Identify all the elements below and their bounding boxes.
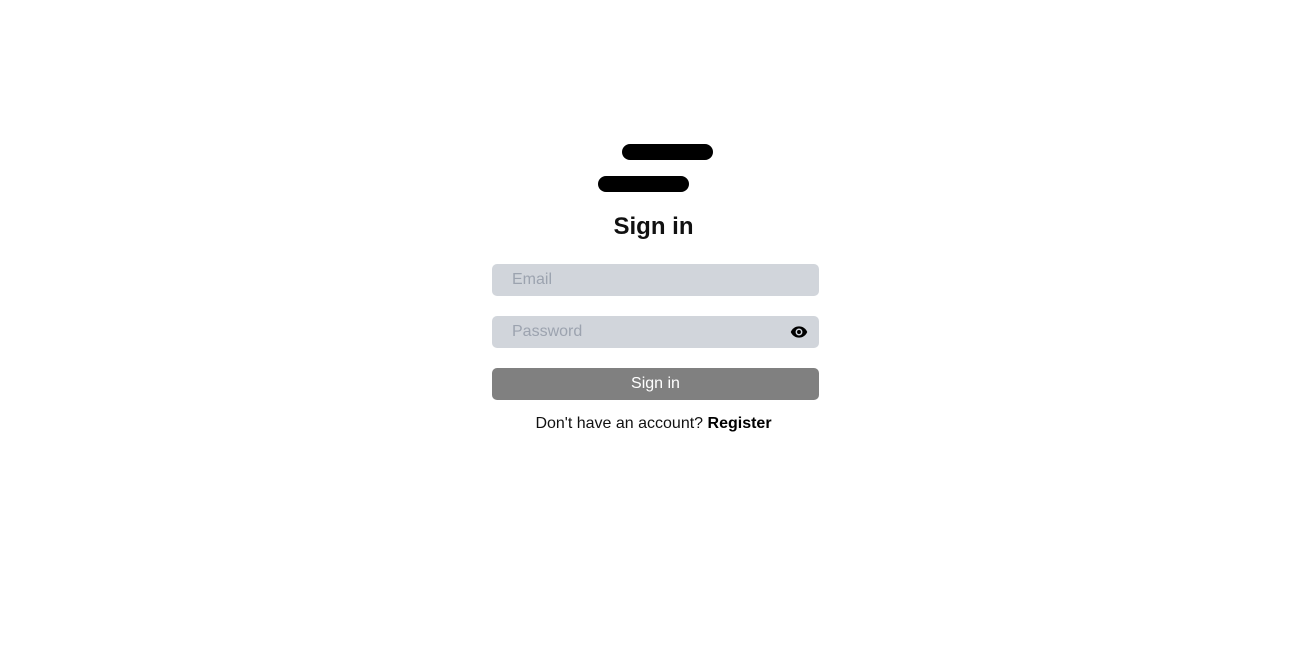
logo-bar-top (622, 144, 713, 160)
email-field-container (492, 264, 819, 296)
register-row: Don't have an account? Register (0, 414, 1307, 434)
logo-bar-bottom (598, 176, 689, 192)
email-input[interactable] (492, 264, 819, 296)
password-input[interactable] (492, 316, 819, 348)
page-title: Sign in (613, 213, 694, 240)
brand-logo (598, 144, 714, 192)
sign-in-button[interactable]: Sign in (492, 368, 819, 400)
eye-icon[interactable] (789, 323, 809, 341)
register-prompt: Don't have an account? (535, 415, 704, 432)
register-link[interactable]: Register (708, 415, 772, 432)
password-field-container (492, 316, 819, 348)
sign-in-page: Sign in Sign in Don't have an account? R… (0, 0, 1307, 666)
